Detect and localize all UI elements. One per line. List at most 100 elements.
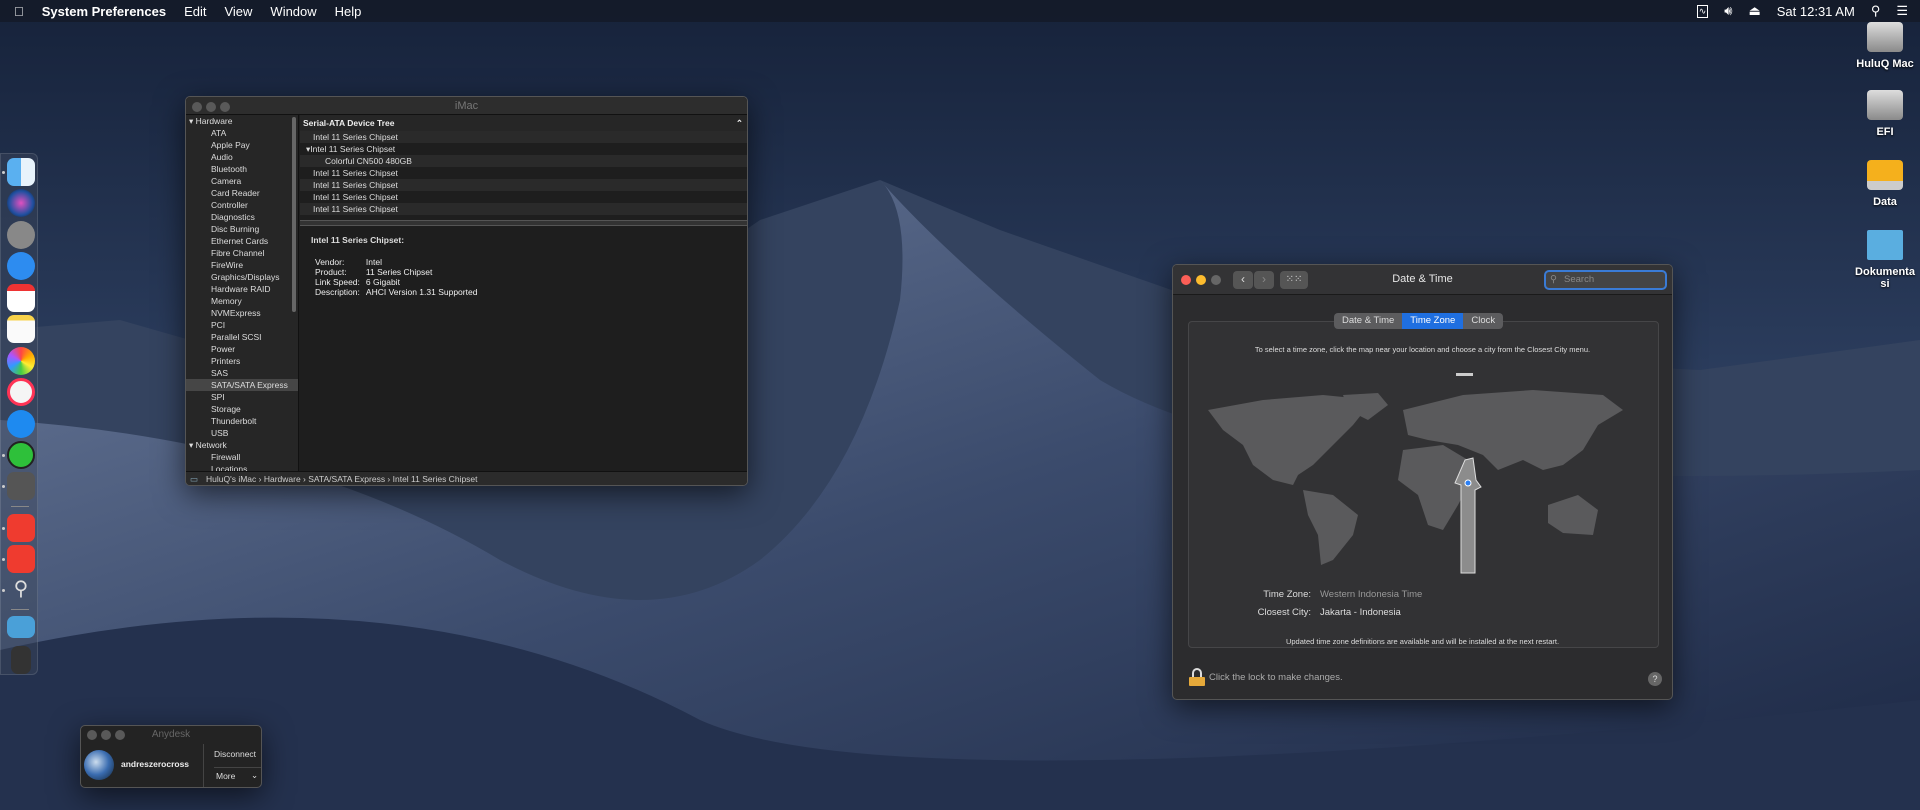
green-app-icon[interactable]: [7, 441, 35, 469]
sidebar-item[interactable]: NVMExpress: [186, 307, 298, 319]
tree-row[interactable]: Intel 11 Series Chipset: [300, 179, 747, 191]
sidebar-item[interactable]: Hardware RAID: [186, 283, 298, 295]
date-time-window: ‹ › ⁙⁙ Date & Time ⚲ Search Date & Time T…: [1172, 264, 1673, 700]
tree-header[interactable]: Serial-ATA Device Tree ⌃: [300, 115, 747, 131]
disconnect-button[interactable]: Disconnect: [214, 749, 261, 759]
tree-row[interactable]: Intel 11 Series Chipset: [300, 167, 747, 179]
tree-row[interactable]: Colorful CN500 480GB: [300, 155, 747, 167]
more-button[interactable]: More: [216, 771, 235, 781]
closest-city-label: Closest City:: [1257, 607, 1311, 618]
desktop-icon-data[interactable]: Data: [1840, 160, 1920, 208]
sidebar-item[interactable]: SPI: [186, 391, 298, 403]
imac-icon: ▭: [190, 474, 199, 484]
toolbar: ‹ › ⁙⁙ Date & Time ⚲ Search: [1173, 265, 1672, 295]
sidebar-item[interactable]: Fibre Channel: [186, 247, 298, 259]
menu-app-name[interactable]: System Preferences: [42, 4, 166, 19]
time-zone-value: Western Indonesia Time: [1320, 589, 1423, 600]
notification-center-icon[interactable]: ☰: [1896, 3, 1908, 19]
volume-icon[interactable]: 🔊︎: [1724, 3, 1732, 19]
menu-edit[interactable]: Edit: [184, 4, 206, 19]
sidebar-item[interactable]: Graphics/Displays: [186, 271, 298, 283]
sidebar-item[interactable]: Disc Burning: [186, 223, 298, 235]
tab-time-zone[interactable]: Time Zone: [1402, 313, 1464, 329]
sidebar-item[interactable]: Bluetooth: [186, 163, 298, 175]
sidebar-item[interactable]: Storage: [186, 403, 298, 415]
sidebar-item[interactable]: Ethernet Cards: [186, 235, 298, 247]
lock-icon[interactable]: [1189, 668, 1205, 686]
detail-key: Link Speed:: [315, 277, 360, 287]
sidebar-item[interactable]: Power: [186, 343, 298, 355]
app-store-icon[interactable]: [7, 410, 35, 438]
split-divider[interactable]: [300, 220, 747, 226]
desktop-icon-dokumentasi[interactable]: Dokumenta si: [1850, 230, 1920, 290]
collapse-icon[interactable]: ⌃: [736, 115, 743, 131]
sidebar-item[interactable]: Apple Pay: [186, 139, 298, 151]
selected-time-zone-region: [1454, 457, 1482, 574]
launchpad-icon[interactable]: [7, 221, 35, 249]
sidebar-item[interactable]: USB: [186, 427, 298, 439]
desktop-icon-huluq-mac[interactable]: HuluQ Mac: [1840, 22, 1920, 70]
tree-row[interactable]: Intel 11 Series Chipset: [300, 131, 747, 143]
external-drive-icon: [1867, 160, 1903, 190]
menu-window[interactable]: Window: [270, 4, 316, 19]
tree-row[interactable]: Intel 11 Series Chipset: [300, 191, 747, 203]
menu-view[interactable]: View: [224, 4, 252, 19]
world-map[interactable]: [1203, 355, 1643, 575]
sidebar-item[interactable]: Audio: [186, 151, 298, 163]
sidebar-item[interactable]: Diagnostics: [186, 211, 298, 223]
title-bar: iMac: [186, 97, 747, 115]
sidebar-item[interactable]: Camera: [186, 175, 298, 187]
tab-clock[interactable]: Clock: [1463, 313, 1504, 329]
sidebar-item[interactable]: Card Reader: [186, 187, 298, 199]
help-button[interactable]: ?: [1648, 672, 1662, 686]
anydesk-window: Anydesk andreszerocross Disconnect More …: [80, 725, 262, 788]
eject-icon[interactable]: ⏏: [1748, 3, 1760, 19]
tree-row[interactable]: ▾Intel 11 Series Chipset: [300, 143, 747, 155]
sidebar-item[interactable]: Firewall: [186, 451, 298, 463]
anydesk-icon[interactable]: [7, 514, 35, 542]
tab-date-time[interactable]: Date & Time: [1334, 313, 1403, 329]
breadcrumb: ▭ HuluQ's iMac › Hardware › SATA/SATA Exp…: [186, 471, 747, 485]
calendar-icon[interactable]: [7, 284, 35, 312]
sidebar-item[interactable]: SATA/SATA Express: [186, 379, 298, 391]
siri-icon[interactable]: [7, 189, 35, 217]
system-preferences-icon[interactable]: [7, 472, 35, 500]
menu-help[interactable]: Help: [335, 4, 362, 19]
anydesk-icon-2[interactable]: [7, 545, 35, 573]
trash-icon[interactable]: [11, 646, 31, 674]
finder-icon[interactable]: [7, 158, 35, 186]
sidebar-item[interactable]: Memory: [186, 295, 298, 307]
sidebar-scrollbar[interactable]: [292, 117, 296, 312]
sidebar-item[interactable]: Thunderbolt: [186, 415, 298, 427]
chevron-down-icon[interactable]: ⌄: [251, 770, 258, 781]
minimize-button[interactable]: [206, 102, 216, 112]
closest-city-select[interactable]: Jakarta - Indonesia: [1320, 607, 1401, 618]
sidebar-section[interactable]: ▾ Hardware: [186, 115, 298, 127]
sidebar-item[interactable]: Printers: [186, 355, 298, 367]
sidebar-item[interactable]: ATA: [186, 127, 298, 139]
itunes-icon[interactable]: [7, 378, 35, 406]
apple-menu-icon[interactable]: : [14, 4, 24, 19]
desktop-icon-efi[interactable]: EFI: [1840, 90, 1920, 138]
lock-text: Click the lock to make changes.: [1209, 672, 1343, 683]
safari-icon[interactable]: [7, 252, 35, 280]
sidebar-item[interactable]: Controller: [186, 199, 298, 211]
activity-monitor-icon[interactable]: ∿: [1696, 4, 1709, 18]
sidebar-item[interactable]: Parallel SCSI: [186, 331, 298, 343]
spotlight-icon[interactable]: ⚲: [1871, 3, 1881, 19]
hard-drive-icon: [1867, 90, 1903, 120]
search-input[interactable]: ⚲ Search: [1544, 270, 1667, 290]
sidebar-item[interactable]: FireWire: [186, 259, 298, 271]
notes-icon[interactable]: [7, 315, 35, 343]
tree-row[interactable]: Intel 11 Series Chipset: [300, 203, 747, 215]
photos-icon[interactable]: [7, 347, 35, 375]
sidebar-item[interactable]: SAS: [186, 367, 298, 379]
sidebar-item[interactable]: PCI: [186, 319, 298, 331]
sidebar-section[interactable]: ▾ Network: [186, 439, 298, 451]
system-information-icon[interactable]: ⚲: [7, 576, 35, 604]
close-button[interactable]: [192, 102, 202, 112]
menu-clock[interactable]: Sat 12:31 AM: [1777, 4, 1855, 19]
detail-row: Vendor: Intel: [315, 257, 483, 267]
zoom-button[interactable]: [220, 102, 230, 112]
downloads-folder-icon[interactable]: [7, 616, 35, 638]
